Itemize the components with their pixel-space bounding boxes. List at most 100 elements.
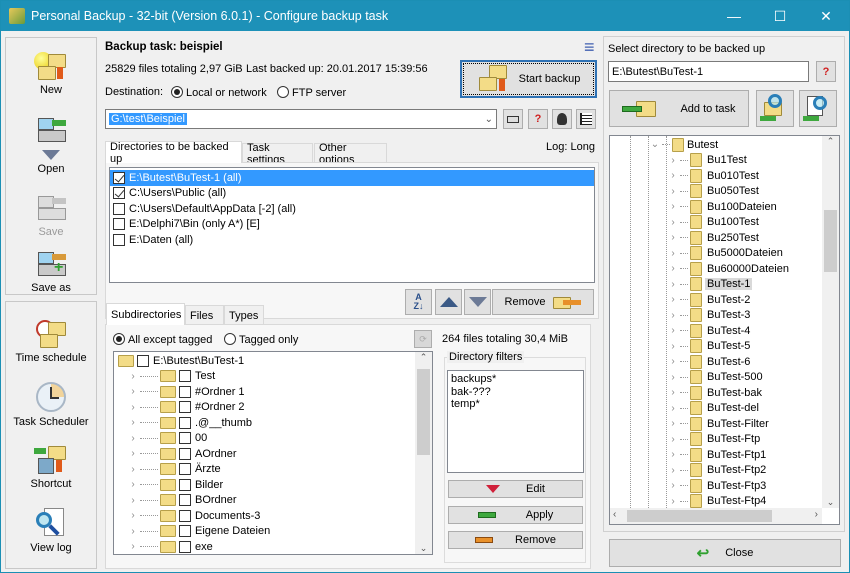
chevron-right-icon[interactable]: › <box>668 294 678 305</box>
tree-horizontal-scrollbar[interactable]: ‹ › <box>610 508 822 524</box>
scroll-up-icon[interactable]: ⌃ <box>415 352 432 363</box>
maximize-button[interactable]: ☐ <box>757 1 803 31</box>
sort-button[interactable]: A Z↓ <box>405 289 432 315</box>
tree-item[interactable]: › Bu60000Dateien <box>668 261 825 277</box>
tree-item[interactable]: › BuTest-3 <box>668 308 825 324</box>
tree-item[interactable]: › Bu100Dateien <box>668 199 825 215</box>
chevron-right-icon[interactable]: › <box>128 479 138 490</box>
chevron-right-icon[interactable]: › <box>668 449 678 460</box>
tree-item[interactable]: › Bu250Test <box>668 230 825 246</box>
subtree-item[interactable]: › 00 <box>118 431 432 447</box>
checkbox[interactable] <box>179 509 191 522</box>
destination-path-combo[interactable]: G:\test\Beispiel ⌄ <box>105 109 497 129</box>
tree-item[interactable]: › Bu5000Dateien <box>668 246 825 262</box>
checkbox[interactable] <box>113 171 125 184</box>
tab-other-options[interactable]: Other options <box>314 142 387 166</box>
tree-item[interactable]: › Bu1Test <box>668 153 825 169</box>
menu-icon[interactable]: ≡ <box>584 37 595 58</box>
checkbox[interactable] <box>179 401 191 414</box>
tree-item[interactable]: › BuTest-Ftp1 <box>668 447 825 463</box>
tree-item[interactable]: › BuTest-500 <box>668 370 825 386</box>
start-backup-button[interactable]: Start backup <box>460 60 597 98</box>
scroll-down-icon[interactable]: ⌄ <box>415 543 432 554</box>
tree-view-button[interactable] <box>576 109 596 129</box>
chevron-right-icon[interactable]: › <box>128 402 138 413</box>
tree-item[interactable]: › Bu100Test <box>668 215 825 231</box>
chevron-right-icon[interactable]: › <box>668 263 678 274</box>
checkbox[interactable] <box>179 432 191 445</box>
chevron-right-icon[interactable]: › <box>128 526 138 537</box>
tree-item[interactable]: › BuTest-bak <box>668 385 825 401</box>
chevron-right-icon[interactable]: › <box>668 279 678 290</box>
chevron-right-icon[interactable]: › <box>668 465 678 476</box>
chevron-right-icon[interactable]: › <box>668 217 678 228</box>
help-button[interactable]: ? <box>528 109 548 129</box>
tagged-only-radio[interactable]: Tagged only <box>224 333 298 346</box>
tree-item[interactable]: › BuTest-Filter <box>668 416 825 432</box>
directory-tree[interactable]: ⌄ Butest › Bu1Test › Bu010Test › Bu050Test › Bu10… <box>609 135 840 525</box>
close-window-button[interactable]: ✕ <box>803 1 849 31</box>
chevron-down-icon[interactable]: ⌄ <box>650 139 660 150</box>
checkbox[interactable] <box>113 187 125 200</box>
chevron-right-icon[interactable]: › <box>668 155 678 166</box>
subtree-item[interactable]: › Documents-3 <box>118 508 432 524</box>
chevron-right-icon[interactable]: › <box>668 372 678 383</box>
save-task-button[interactable]: Save <box>6 192 96 238</box>
checkbox[interactable] <box>113 218 125 231</box>
apply-filters-button[interactable]: Apply <box>448 506 583 524</box>
tab-task-settings[interactable]: Task settings <box>242 142 313 166</box>
checkbox[interactable] <box>179 525 191 538</box>
save-as-button[interactable]: + Save as <box>6 248 96 294</box>
directory-filters-list[interactable]: backups* bak-??? temp* <box>447 370 584 473</box>
user-button[interactable] <box>552 109 572 129</box>
tab-subdirectories[interactable]: Subdirectories <box>106 303 185 325</box>
all-except-tagged-radio[interactable]: All except tagged <box>113 333 212 346</box>
directory-list-item[interactable]: C:\Users\Public (all) <box>110 186 594 202</box>
subtree-item[interactable]: › Ärzte <box>118 462 432 478</box>
search-file-button[interactable] <box>799 90 837 127</box>
view-log-button[interactable]: View log <box>6 508 96 554</box>
chevron-right-icon[interactable]: › <box>668 496 678 507</box>
dest-local-radio[interactable]: Local or network <box>171 86 267 99</box>
filter-item[interactable]: bak-??? <box>451 386 580 399</box>
subtree-item[interactable]: › .@__thumb <box>118 415 432 431</box>
add-to-task-button[interactable]: Add to task <box>609 90 749 127</box>
directory-list-item[interactable]: E:\Butest\BuTest-1 (all) <box>110 170 594 186</box>
chevron-right-icon[interactable]: › <box>128 495 138 506</box>
move-down-button[interactable] <box>464 289 491 315</box>
checkbox[interactable] <box>179 494 191 507</box>
scrollbar-thumb[interactable] <box>824 210 837 272</box>
checkbox[interactable] <box>179 385 191 398</box>
refresh-button[interactable]: ⟳ <box>414 330 432 348</box>
scroll-left-icon[interactable]: ‹ <box>613 509 616 520</box>
scrollbar-thumb[interactable] <box>627 510 772 522</box>
directory-list-item[interactable]: E:\Delphi7\Bin (only A*) [E] <box>110 217 594 233</box>
scroll-down-icon[interactable]: ⌄ <box>822 497 839 508</box>
tree-item[interactable]: › Bu050Test <box>668 184 825 200</box>
tree-item[interactable]: › Bu010Test <box>668 168 825 184</box>
remove-filters-button[interactable]: Remove <box>448 531 583 549</box>
tree-item[interactable]: › BuTest-4 <box>668 323 825 339</box>
chevron-right-icon[interactable]: › <box>668 418 678 429</box>
subtree-item[interactable]: › BOrdner <box>118 493 432 509</box>
subtree-item[interactable]: › #Ordner 2 <box>118 400 432 416</box>
tree-item[interactable]: › BuTest-Ftp <box>668 432 825 448</box>
tab-files[interactable]: Files <box>185 305 224 325</box>
chevron-right-icon[interactable]: › <box>128 448 138 459</box>
close-button[interactable]: ↩ Close <box>609 539 841 567</box>
subtree-scrollbar[interactable]: ⌃ ⌄ <box>415 352 432 554</box>
chevron-down-icon[interactable]: ⌄ <box>485 114 493 125</box>
subtree-item[interactable]: › Eigene Dateien <box>118 524 432 540</box>
scroll-up-icon[interactable]: ⌃ <box>822 136 839 147</box>
chevron-right-icon[interactable]: › <box>128 433 138 444</box>
directory-list[interactable]: E:\Butest\BuTest-1 (all) C:\Users\Public … <box>109 167 595 283</box>
chevron-right-icon[interactable]: › <box>668 403 678 414</box>
chevron-right-icon[interactable]: › <box>668 186 678 197</box>
tree-item[interactable]: › BuTest-Ftp3 <box>668 478 825 494</box>
move-up-button[interactable] <box>435 289 462 315</box>
chevron-right-icon[interactable]: › <box>668 201 678 212</box>
checkbox[interactable] <box>179 463 191 476</box>
time-schedule-button[interactable]: Time schedule <box>6 318 96 364</box>
subtree-item[interactable]: › AOrdner <box>118 446 432 462</box>
search-folder-button[interactable] <box>756 90 794 127</box>
